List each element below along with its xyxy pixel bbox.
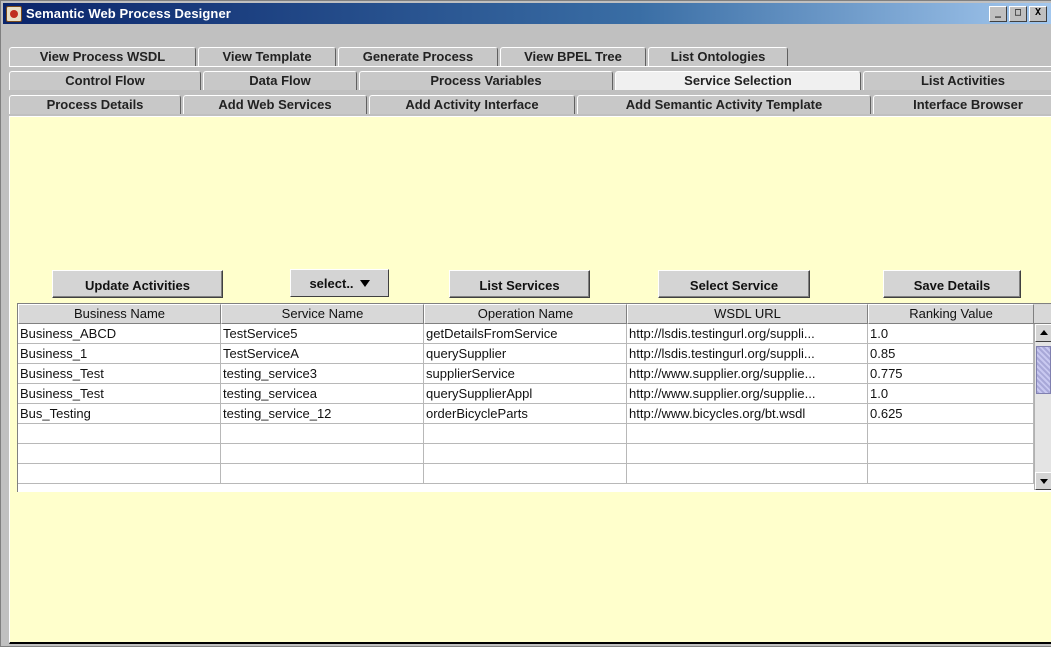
tab-service-selection[interactable]: Service Selection [615,71,861,90]
cell-empty[interactable] [424,424,627,444]
column-header-operation-name[interactable]: Operation Name [424,304,627,324]
cell-operation-name[interactable]: querySupplierAppl [424,384,627,404]
tab-view-bpel-tree[interactable]: View BPEL Tree [500,47,646,66]
table-row[interactable]: Business_1 TestServiceA querySupplier ht… [18,344,1034,364]
cell-ranking-value[interactable]: 1.0 [868,384,1034,404]
scroll-down-arrow-icon[interactable] [1035,472,1051,490]
cell-business-name[interactable]: Business_ABCD [18,324,221,344]
cell-empty[interactable] [18,424,221,444]
close-button[interactable]: X [1029,6,1047,22]
maximize-button[interactable]: □ [1009,6,1027,22]
column-header-service-name[interactable]: Service Name [221,304,424,324]
tab-view-process-wsdl[interactable]: View Process WSDL [9,47,196,66]
save-details-button[interactable]: Save Details [883,270,1021,298]
cell-empty[interactable] [221,424,424,444]
table-corner [1034,304,1051,324]
cell-business-name[interactable]: Business_1 [18,344,221,364]
cell-empty[interactable] [221,464,424,484]
tab-add-activity-interface[interactable]: Add Activity Interface [369,95,575,114]
cell-empty[interactable] [424,444,627,464]
table-row-empty[interactable] [18,464,1034,484]
tab-generate-process[interactable]: Generate Process [338,47,498,66]
update-activities-button[interactable]: Update Activities [52,270,223,298]
cell-ranking-value[interactable]: 1.0 [868,324,1034,344]
cell-empty[interactable] [868,464,1034,484]
table-row[interactable]: Bus_Testing testing_service_12 orderBicy… [18,404,1034,424]
cell-service-name[interactable]: testing_service3 [221,364,424,384]
services-table: Business Name Service Name Operation Nam… [17,303,1051,492]
table-body: Business_ABCD TestService5 getDetailsFro… [18,324,1034,484]
tab-list-activities[interactable]: List Activities [863,71,1051,90]
column-header-wsdl-url[interactable]: WSDL URL [627,304,868,324]
cell-business-name[interactable]: Business_Test [18,384,221,404]
cell-wsdl-url[interactable]: http://lsdis.testingurl.org/suppli... [627,324,868,344]
tab-view-template[interactable]: View Template [198,47,336,66]
cell-wsdl-url[interactable]: http://lsdis.testingurl.org/suppli... [627,344,868,364]
minimize-button[interactable]: _ [989,6,1007,22]
table-header: Business Name Service Name Operation Nam… [18,304,1034,324]
tab-separator [9,66,1051,67]
tab-process-variables[interactable]: Process Variables [359,71,613,90]
chevron-down-icon [359,279,370,287]
cell-service-name[interactable]: testing_servicea [221,384,424,404]
select-combo-value: select.. [309,275,354,291]
cell-empty[interactable] [868,444,1034,464]
tab-process-details[interactable]: Process Details [9,95,181,114]
select-combo[interactable]: select.. [290,269,389,297]
table-vertical-scrollbar[interactable] [1034,324,1051,490]
tab-interface-browser[interactable]: Interface Browser [873,95,1051,114]
scroll-up-arrow-icon[interactable] [1035,324,1051,342]
tab-data-flow[interactable]: Data Flow [203,71,357,90]
cell-empty[interactable] [18,444,221,464]
java-app-icon [6,5,22,22]
cell-service-name[interactable]: TestServiceA [221,344,424,364]
cell-ranking-value[interactable]: 0.85 [868,344,1034,364]
cell-operation-name[interactable]: querySupplier [424,344,627,364]
cell-wsdl-url[interactable]: http://www.bicycles.org/bt.wsdl [627,404,868,424]
cell-service-name[interactable]: TestService5 [221,324,424,344]
cell-business-name[interactable]: Bus_Testing [18,404,221,424]
cell-service-name[interactable]: testing_service_12 [221,404,424,424]
cell-operation-name[interactable]: supplierService [424,364,627,384]
cell-wsdl-url[interactable]: http://www.supplier.org/supplie... [627,384,868,404]
select-service-button[interactable]: Select Service [658,270,810,298]
window-title: Semantic Web Process Designer [26,6,231,21]
table-row[interactable]: Business_Test testing_servicea querySupp… [18,384,1034,404]
tab-control-flow[interactable]: Control Flow [9,71,201,90]
table-row[interactable]: Business_Test testing_service3 supplierS… [18,364,1034,384]
cell-ranking-value[interactable]: 0.775 [868,364,1034,384]
cell-ranking-value[interactable]: 0.625 [868,404,1034,424]
cell-business-name[interactable]: Business_Test [18,364,221,384]
cell-empty[interactable] [424,464,627,484]
table-row-empty[interactable] [18,444,1034,464]
cell-empty[interactable] [221,444,424,464]
cell-empty[interactable] [627,444,868,464]
tab-add-semantic-activity-template[interactable]: Add Semantic Activity Template [577,95,871,114]
cell-empty[interactable] [868,424,1034,444]
column-header-ranking-value[interactable]: Ranking Value [868,304,1034,324]
cell-wsdl-url[interactable]: http://www.supplier.org/supplie... [627,364,868,384]
window-controls: _ □ X [989,6,1047,22]
table-row-empty[interactable] [18,424,1034,444]
cell-operation-name[interactable]: orderBicycleParts [424,404,627,424]
scrollbar-thumb[interactable] [1036,346,1051,394]
cell-operation-name[interactable]: getDetailsFromService [424,324,627,344]
tab-add-web-services[interactable]: Add Web Services [183,95,367,114]
column-header-business-name[interactable]: Business Name [18,304,221,324]
cell-empty[interactable] [18,464,221,484]
tab-list-ontologies[interactable]: List Ontologies [648,47,788,66]
list-services-button[interactable]: List Services [449,270,590,298]
cell-empty[interactable] [627,464,868,484]
cell-empty[interactable] [627,424,868,444]
title-bar[interactable]: Semantic Web Process Designer [3,3,1051,24]
app-window: Semantic Web Process Designer _ □ X View… [0,0,1051,647]
table-row[interactable]: Business_ABCD TestService5 getDetailsFro… [18,324,1034,344]
